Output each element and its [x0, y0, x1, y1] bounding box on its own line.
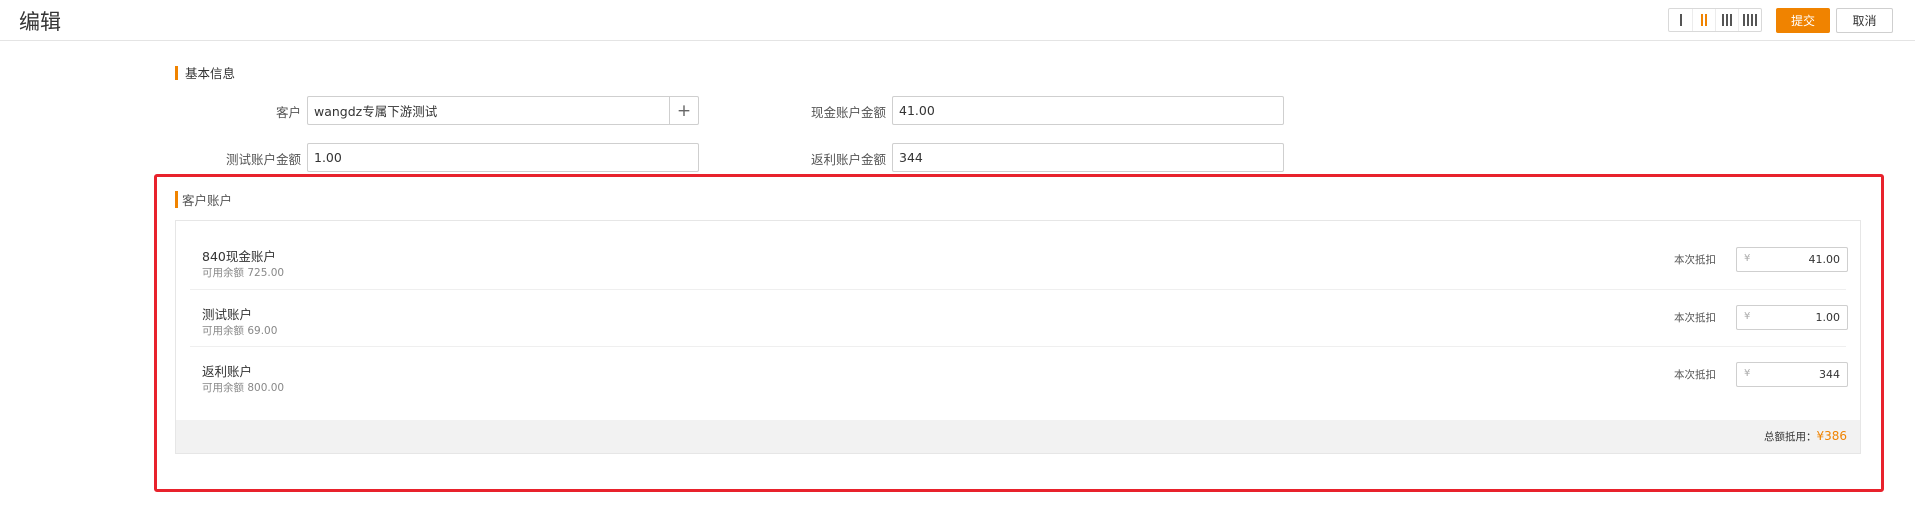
customer-accounts-panel: 840现金账户 可用余额 725.00 本次抵扣 ¥ 41.00 测试账户 可用…	[175, 220, 1861, 454]
total-value: ¥386	[1816, 429, 1847, 443]
currency-symbol: ¥	[1744, 253, 1751, 264]
customer-input[interactable]: wangdz专属下游测试 +	[307, 96, 699, 125]
basic-info-title: 基本信息	[185, 66, 236, 81]
rebate-amount-value: 344	[899, 150, 923, 165]
accounts-footer: 总额抵用： ¥386	[176, 420, 1860, 453]
deduct-input-test[interactable]: ¥ 1.00	[1736, 305, 1848, 330]
rebate-amount-input[interactable]: 344	[892, 143, 1284, 172]
currency-symbol: ¥	[1744, 368, 1751, 379]
page-title: 编辑	[19, 10, 61, 34]
deduct-input-cash[interactable]: ¥ 41.00	[1736, 247, 1848, 272]
customer-label: 客户	[275, 105, 301, 120]
test-amount-label: 测试账户金额	[225, 152, 301, 167]
test-amount-value: 1.00	[314, 150, 342, 165]
section-accent-bar	[175, 191, 178, 208]
two-column-icon	[1701, 14, 1703, 26]
page-header: 编辑 提交 取消	[0, 0, 1915, 41]
deduct-label: 本次抵扣	[1674, 369, 1716, 381]
one-column-button[interactable]	[1669, 9, 1692, 31]
currency-symbol: ¥	[1744, 311, 1751, 322]
add-customer-button[interactable]: +	[669, 97, 698, 124]
basic-info-heading: 基本信息	[175, 63, 235, 82]
deduct-input-rebate[interactable]: ¥ 344	[1736, 362, 1848, 387]
account-available: 可用余额 800.00	[202, 382, 285, 394]
account-row-rebate: 返利账户 可用余额 800.00 本次抵扣 ¥ 344	[190, 346, 1848, 403]
account-row-cash: 840现金账户 可用余额 725.00 本次抵扣 ¥ 41.00	[190, 232, 1848, 289]
cash-amount-label: 现金账户金额	[810, 105, 886, 120]
deduct-value: 41.00	[1808, 253, 1841, 266]
deduct-value: 344	[1819, 368, 1840, 381]
account-row-test: 测试账户 可用余额 69.00 本次抵扣 ¥ 1.00	[190, 289, 1848, 346]
two-column-button[interactable]	[1692, 9, 1715, 31]
cash-amount-input[interactable]: 41.00	[892, 96, 1284, 125]
three-column-button[interactable]	[1715, 9, 1738, 31]
account-name: 返利账户	[202, 364, 253, 379]
four-column-button[interactable]	[1738, 9, 1761, 31]
plus-icon: +	[676, 100, 692, 121]
deduct-value: 1.00	[1815, 311, 1841, 324]
account-available: 可用余额 725.00	[202, 267, 285, 279]
deduct-label: 本次抵扣	[1674, 312, 1716, 324]
total-deduction: 总额抵用： ¥386	[1764, 429, 1847, 444]
account-name: 840现金账户	[202, 249, 276, 264]
test-amount-input[interactable]: 1.00	[307, 143, 699, 172]
customer-accounts-title: 客户账户	[182, 193, 233, 208]
three-column-icon	[1722, 14, 1724, 26]
deduct-label: 本次抵扣	[1674, 254, 1716, 266]
account-name: 测试账户	[202, 307, 253, 322]
cancel-button[interactable]: 取消	[1836, 8, 1893, 33]
customer-value: wangdz专属下游测试	[314, 104, 438, 119]
one-column-icon	[1679, 14, 1682, 26]
account-available: 可用余额 69.00	[202, 325, 278, 337]
rebate-amount-label: 返利账户金额	[810, 152, 886, 167]
section-accent-bar	[175, 65, 178, 80]
column-layout-switcher	[1668, 8, 1762, 32]
customer-accounts-heading: 客户账户	[175, 190, 232, 209]
submit-button[interactable]: 提交	[1776, 8, 1830, 33]
four-column-icon	[1743, 14, 1745, 26]
total-label: 总额抵用：	[1763, 431, 1817, 443]
cash-amount-value: 41.00	[899, 103, 935, 118]
